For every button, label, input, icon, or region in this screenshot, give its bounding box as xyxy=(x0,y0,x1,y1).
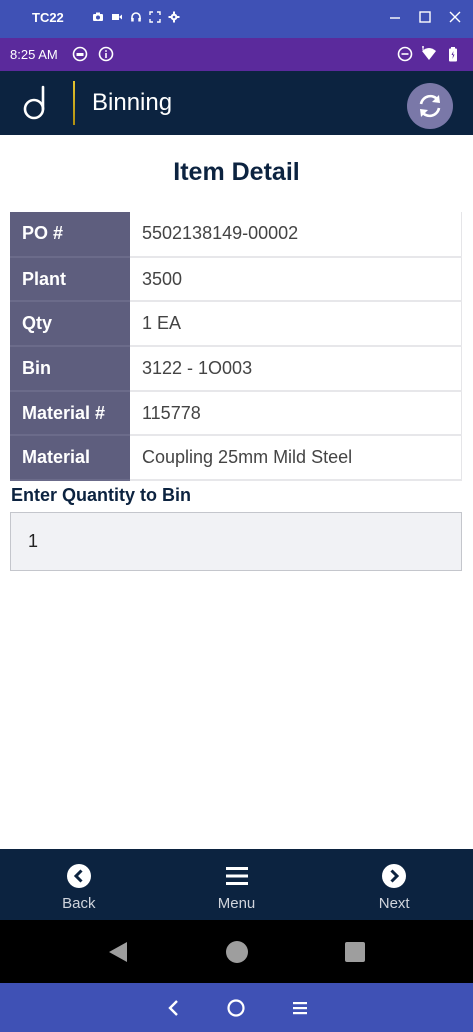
status-time: 8:25 AM xyxy=(10,47,58,62)
emulator-title: TC22 xyxy=(32,10,64,25)
detail-value: 115778 xyxy=(130,390,462,437)
quantity-label: Enter Quantity to Bin xyxy=(11,485,191,505)
app-title: Binning xyxy=(92,89,173,116)
video-icon[interactable] xyxy=(111,11,123,23)
refresh-icon xyxy=(419,94,441,118)
android-recents-icon[interactable] xyxy=(343,940,367,964)
minimize-icon[interactable] xyxy=(387,9,403,25)
status-bar: 8:25 AM xyxy=(0,38,473,71)
detail-row-material-number: Material # 115778 xyxy=(10,390,462,437)
back-label: Back xyxy=(62,895,96,912)
detail-row-plant: Plant 3500 xyxy=(10,256,462,303)
home-circle-icon[interactable] xyxy=(225,997,247,1019)
detail-value: 1 EA xyxy=(130,301,462,348)
app-notification-icon xyxy=(72,46,88,62)
menu-lines-icon[interactable] xyxy=(289,997,311,1019)
quantity-input[interactable] xyxy=(10,512,462,571)
settings-icon[interactable] xyxy=(168,11,180,23)
detail-row-qty: Qty 1 EA xyxy=(10,301,462,348)
maximize-icon[interactable] xyxy=(417,9,433,25)
detail-value: Coupling 25mm Mild Steel xyxy=(130,435,462,482)
emulator-bottom-bar xyxy=(0,983,473,1032)
back-circle-icon xyxy=(66,864,91,888)
refresh-button[interactable] xyxy=(407,83,453,129)
detail-value: 3122 - 1O003 xyxy=(130,346,462,392)
back-button[interactable]: Back xyxy=(0,849,158,920)
detail-label: Material # xyxy=(10,390,130,437)
item-detail-table: PO # 5502138149-00002 Plant 3500 Qty 1 E… xyxy=(10,212,462,482)
detail-row-bin: Bin 3122 - 1O003 xyxy=(10,346,462,392)
detail-label: PO # xyxy=(10,212,130,258)
app-header: Binning xyxy=(0,71,473,135)
emulator-toolbar xyxy=(92,11,180,23)
detail-label: Bin xyxy=(10,346,130,392)
next-circle-icon xyxy=(382,864,407,888)
close-icon[interactable] xyxy=(447,9,463,25)
android-home-icon[interactable] xyxy=(225,940,249,964)
back-chevron-icon[interactable] xyxy=(163,997,185,1019)
logo-divider xyxy=(73,81,75,125)
menu-button[interactable]: Menu xyxy=(158,849,316,920)
detail-label: Qty xyxy=(10,301,130,348)
android-back-icon[interactable] xyxy=(106,940,130,964)
bottom-navigation: Back Menu Next xyxy=(0,849,473,920)
headphones-icon[interactable] xyxy=(130,11,142,23)
fullscreen-icon[interactable] xyxy=(149,11,161,23)
detail-label: Plant xyxy=(10,256,130,303)
detail-row-po: PO # 5502138149-00002 xyxy=(10,212,462,258)
info-icon xyxy=(98,46,114,62)
status-left-icons xyxy=(72,46,114,62)
next-label: Next xyxy=(378,895,410,912)
detail-value: 5502138149-00002 xyxy=(130,212,462,258)
detail-label: Material xyxy=(10,435,130,482)
do-not-disturb-icon xyxy=(397,46,413,62)
emulator-titlebar: TC22 xyxy=(0,0,473,38)
window-controls xyxy=(387,9,463,25)
d-logo-icon xyxy=(23,85,45,120)
hamburger-menu-icon xyxy=(225,867,248,885)
detail-row-material: Material Coupling 25mm Mild Steel xyxy=(10,435,462,482)
menu-label: Menu xyxy=(217,895,256,912)
page-title: Item Detail xyxy=(173,158,300,186)
status-right-icons xyxy=(397,46,461,62)
next-button[interactable]: Next xyxy=(315,849,473,920)
camera-icon[interactable] xyxy=(92,11,104,23)
detail-value: 3500 xyxy=(130,256,462,303)
wifi-icon xyxy=(422,46,436,60)
android-system-nav xyxy=(0,920,473,983)
battery-icon xyxy=(449,47,457,62)
